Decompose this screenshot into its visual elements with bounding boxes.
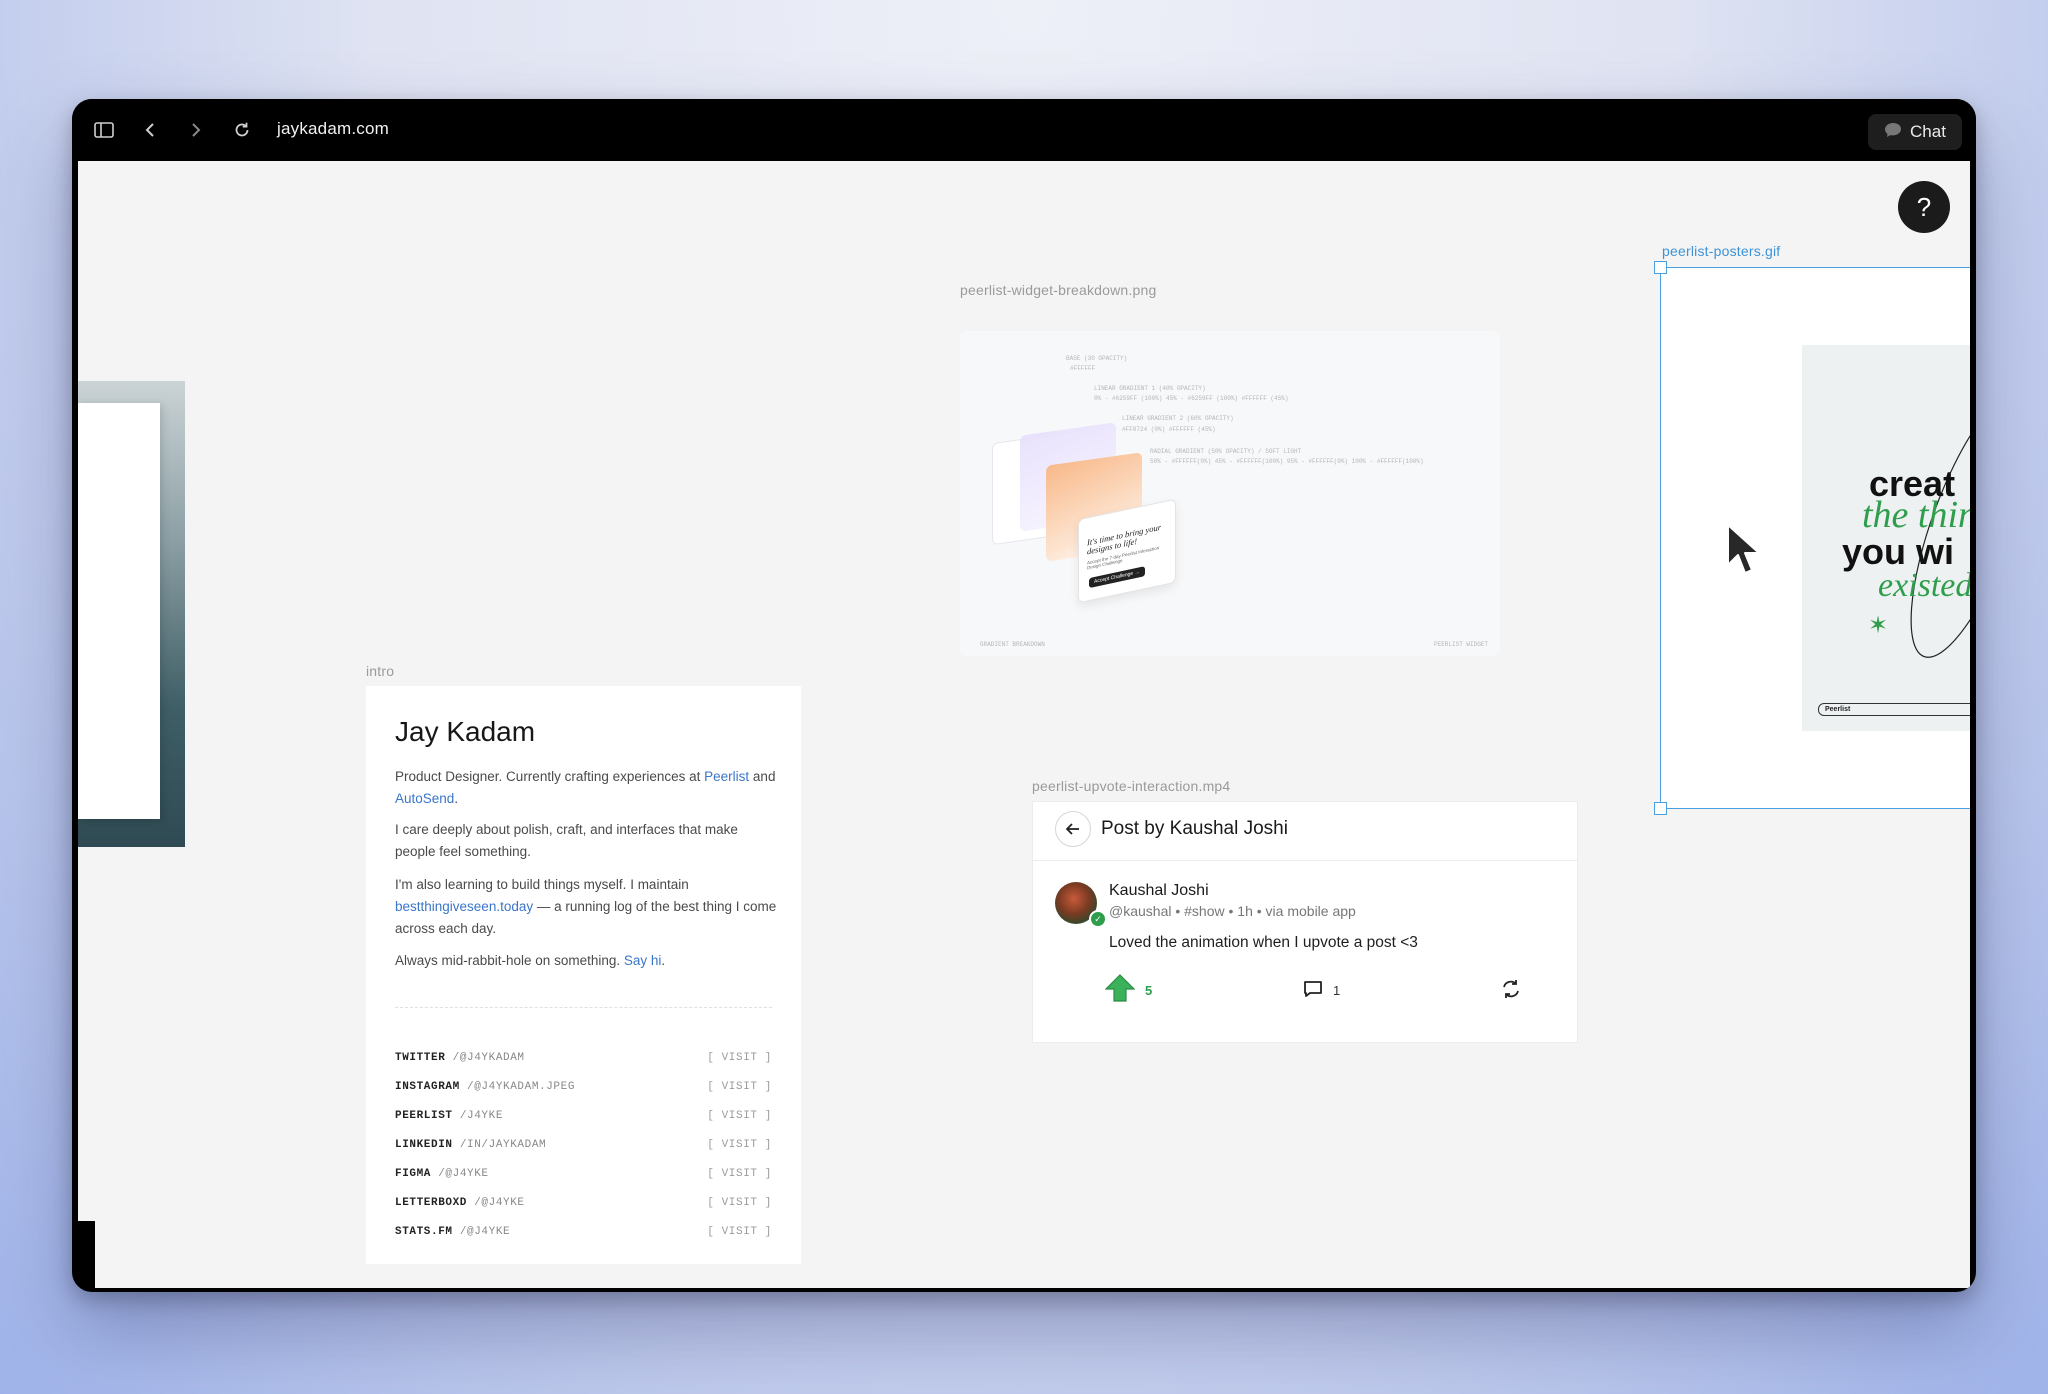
partial-image-frame[interactable]	[78, 381, 185, 847]
intro-divider	[395, 1007, 772, 1008]
posters-frame-label[interactable]: peerlist-posters.gif	[1662, 243, 1780, 259]
comment-button[interactable]: 1	[1303, 980, 1340, 1001]
peerlist-link[interactable]: Peerlist	[704, 769, 749, 784]
author-name[interactable]: Kaushal Joshi	[1109, 882, 1209, 900]
post-body: Loved the animation when I upvote a post…	[1109, 934, 1418, 951]
bd-base-label: BASE (30 OPACITY)	[1066, 355, 1128, 362]
post-title: Post by Kaushal Joshi	[1101, 818, 1288, 839]
bd-base-value: #FFFFFF	[1070, 365, 1096, 372]
mouse-cursor-icon	[1725, 523, 1765, 584]
intro-frame-label[interactable]: intro	[366, 663, 394, 679]
bd-linear1-values: 0% - #6259FF (100%) 45% - #6259FF (100%)…	[1094, 395, 1289, 402]
back-arrow-icon[interactable]	[1055, 811, 1091, 847]
social-row-statsfm[interactable]: STATS.FM /@J4YKE[ VISIT ]	[395, 1226, 772, 1244]
poster-image: creat the thin you wi existed ✶ Peerlist	[1802, 345, 1970, 731]
bd-footer-left: GRADIENT BREAKDOWN	[980, 641, 1045, 648]
social-row-linkedin[interactable]: LINKEDIN /IN/JAYKADAM[ VISIT ]	[395, 1139, 772, 1157]
intro-paragraph-4: Always mid-rabbit-hole on something. Say…	[395, 953, 666, 968]
partial-dark-frame	[78, 1221, 95, 1288]
resize-handle-bottom-left[interactable]	[1654, 802, 1667, 815]
bd-radial-values: 50% - #FFFFFF(0%) 45% - #FFFFFF(100%) 95…	[1150, 458, 1424, 465]
widget-breakdown-image[interactable]: BASE (30 OPACITY) #FFFFFF LINEAR GRADIEN…	[960, 331, 1500, 656]
visit-link[interactable]: [ VISIT ]	[707, 1226, 772, 1244]
visit-link[interactable]: [ VISIT ]	[707, 1168, 772, 1186]
forward-icon[interactable]	[184, 118, 208, 142]
comment-count: 1	[1333, 983, 1341, 998]
social-row-letterboxd[interactable]: LETTERBOXD /@J4YKE[ VISIT ]	[395, 1197, 772, 1215]
design-canvas[interactable]: ? peerlist-widget-breakdown.png BASE (30…	[78, 161, 1970, 1288]
bd-footer-right: PEERLIST WIDGET	[1434, 641, 1489, 648]
say-hi-link[interactable]: Say hi	[624, 953, 662, 968]
posters-gif-frame-selected[interactable]: creat the thin you wi existed ✶ Peerlist	[1654, 261, 1970, 815]
visit-link[interactable]: [ VISIT ]	[707, 1052, 772, 1070]
chat-button[interactable]: Chat	[1868, 114, 1962, 150]
visit-link[interactable]: [ VISIT ]	[707, 1110, 772, 1128]
social-row-figma[interactable]: FIGMA /@J4YKE[ VISIT ]	[395, 1168, 772, 1186]
back-icon[interactable]	[138, 118, 162, 142]
upvote-interaction-video[interactable]: Post by Kaushal Joshi ✓ Kaushal Joshi @k…	[1032, 801, 1578, 1043]
bd-linear2-label: LINEAR GRADIENT 2 (60% OPACITY)	[1122, 415, 1234, 422]
post-meta: @kaushal • #show • 1h • via mobile app	[1109, 903, 1356, 919]
sidebar-icon[interactable]	[92, 118, 116, 142]
upvote-arrow-icon	[1104, 974, 1136, 1007]
social-row-peerlist[interactable]: PEERLIST /J4YKE[ VISIT ]	[395, 1110, 772, 1128]
verified-check-icon: ✓	[1089, 910, 1107, 928]
address-bar[interactable]: jaykadam.com	[277, 119, 389, 139]
intro-card: Jay Kadam Product Designer. Currently cr…	[366, 686, 801, 1264]
bd-linear1-label: LINEAR GRADIENT 1 (40% OPACITY)	[1094, 385, 1206, 392]
breakdown-frame-label[interactable]: peerlist-widget-breakdown.png	[960, 282, 1156, 298]
resize-handle-top-left[interactable]	[1654, 261, 1667, 274]
repost-icon[interactable]	[1500, 978, 1522, 1005]
intro-paragraph-2: I care deeply about polish, craft, and i…	[395, 822, 738, 859]
bd-linear2-values: #FF8724 (0%) #FFFFFF (45%)	[1122, 426, 1216, 433]
poster-brand-bar: Peerlist	[1818, 703, 1970, 716]
browser-toolbar: jaykadam.com Chat	[72, 99, 1976, 161]
autosend-link[interactable]: AutoSend	[395, 791, 454, 806]
sparkle-icon: ✶	[1868, 612, 1889, 639]
intro-paragraph-1: Product Designer. Currently crafting exp…	[395, 769, 776, 806]
help-button[interactable]: ?	[1898, 181, 1950, 233]
upvote-button[interactable]: 5	[1104, 974, 1153, 1007]
visit-link[interactable]: [ VISIT ]	[707, 1197, 772, 1215]
social-row-twitter[interactable]: TWITTER /@J4YKADAM[ VISIT ]	[395, 1052, 772, 1070]
intro-paragraph-3: I'm also learning to build things myself…	[395, 877, 777, 936]
chat-label: Chat	[1910, 122, 1946, 141]
visit-link[interactable]: [ VISIT ]	[707, 1081, 772, 1099]
bd-radial-label: RADIAL GRADIENT (50% OPACITY) / SOFT LIG…	[1150, 448, 1302, 455]
paper-card	[78, 403, 160, 819]
upvote-count: 5	[1145, 983, 1153, 998]
browser-window: jaykadam.com Chat ? peerlist-widget-brea…	[72, 99, 1976, 1292]
visit-link[interactable]: [ VISIT ]	[707, 1139, 772, 1157]
upvote-frame-label[interactable]: peerlist-upvote-interaction.mp4	[1032, 778, 1230, 794]
chat-bubble-icon	[1884, 122, 1902, 143]
poster-line-4: existed	[1878, 567, 1970, 604]
challenge-button: Accept Challenge →	[1089, 566, 1145, 589]
social-row-instagram[interactable]: INSTAGRAM /@J4YKADAM.JPEG[ VISIT ]	[395, 1081, 772, 1099]
intro-name: Jay Kadam	[395, 716, 536, 747]
bestthing-link[interactable]: bestthingiveseen.today	[395, 899, 533, 914]
comment-icon	[1303, 980, 1323, 1001]
post-header: Post by Kaushal Joshi	[1033, 802, 1577, 861]
reload-icon[interactable]	[230, 118, 254, 142]
